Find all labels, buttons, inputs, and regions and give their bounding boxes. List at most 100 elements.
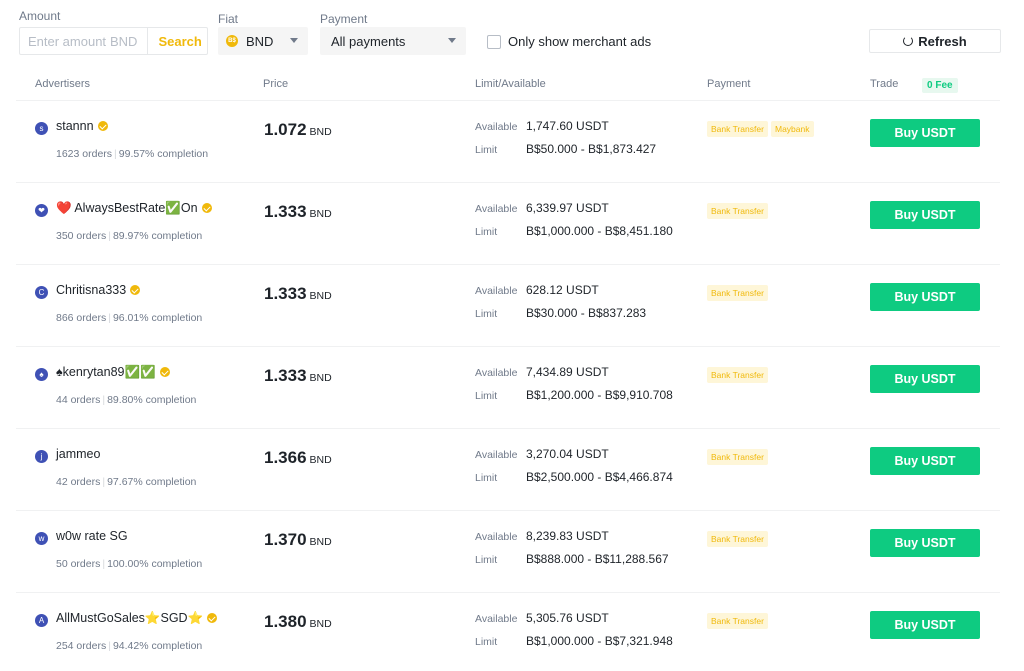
price-unit: BND [309, 454, 332, 466]
verified-icon [201, 202, 212, 213]
filter-bar: Amount BND Search Fiat B$ BND Payment Al… [0, 0, 1024, 70]
refresh-label: Refresh [918, 33, 967, 49]
advertiser-name[interactable]: stannn [56, 119, 108, 133]
completion-rate: 96.01% completion [112, 312, 203, 324]
amount-unit: BND [110, 33, 138, 49]
limit-label: Limit [475, 636, 498, 648]
merchant-checkbox[interactable] [487, 34, 501, 49]
available-value: 1,747.60 USDT [526, 119, 609, 133]
available-value: 3,270.04 USDT [526, 447, 609, 461]
available-label: Available [475, 285, 518, 297]
orders-count: 42 orders [56, 476, 101, 488]
orders-count: 1623 orders [56, 148, 113, 160]
limit-value: B$1,200.000 - B$9,910.708 [526, 388, 673, 402]
advertiser-name[interactable]: w0w rate SG [56, 529, 128, 543]
avatar: A [35, 614, 48, 627]
avatar: ♠ [35, 368, 48, 381]
buy-usdt-button[interactable]: Buy USDT [870, 529, 980, 557]
price-value: 1.072 [264, 120, 307, 139]
avatar: j [35, 450, 48, 463]
advertiser-name-text: AllMustGoSales⭐SGD⭐ [56, 611, 204, 625]
buy-usdt-button[interactable]: Buy USDT [870, 365, 980, 393]
advertiser-name[interactable]: AllMustGoSales⭐SGD⭐ [56, 611, 218, 626]
bnd-coin-icon: B$ [226, 35, 238, 47]
buy-usdt-button[interactable]: Buy USDT [870, 611, 980, 639]
amount-field: BND Search [19, 27, 208, 55]
limit-value: B$50.000 - B$1,873.427 [526, 142, 657, 156]
verified-icon [97, 120, 108, 131]
price: 1.072 BND [264, 120, 332, 140]
orders-count: 50 orders [56, 558, 101, 570]
buy-usdt-button[interactable]: Buy USDT [870, 447, 980, 475]
available-label: Available [475, 531, 518, 543]
zero-fee-badge: 0 Fee [922, 78, 958, 93]
price: 1.333 BND [264, 284, 332, 304]
search-button[interactable]: Search [147, 28, 211, 54]
available-label: Available [475, 203, 518, 215]
advertiser-stats: 350 orders | 89.97% completion [56, 230, 203, 242]
fiat-value: BND [246, 33, 274, 49]
available-label: Available [475, 367, 518, 379]
refresh-icon [903, 36, 914, 46]
limit-value: B$30.000 - B$837.283 [526, 306, 647, 320]
advertiser-stats: 866 orders | 96.01% completion [56, 312, 203, 324]
payment-tag: Bank Transfer [707, 449, 768, 465]
amount-input[interactable] [20, 33, 110, 49]
caret-down-icon [290, 38, 298, 43]
price: 1.370 BND [264, 530, 332, 550]
merchant-filter[interactable]: Only show merchant ads [487, 34, 651, 49]
advertiser-name[interactable]: Chritisna333 [56, 283, 141, 297]
available-label: Available [475, 449, 518, 461]
price-unit: BND [309, 536, 332, 548]
advertiser-name-text: ❤️ AlwaysBestRate✅On [56, 201, 198, 215]
verified-icon [159, 366, 170, 377]
limit-value: B$1,000.000 - B$8,451.180 [526, 224, 673, 238]
payment-select[interactable]: All payments [320, 27, 466, 55]
advertiser-stats: 1623 orders | 99.57% completion [56, 148, 209, 160]
header-limit: Limit/Available [475, 78, 546, 90]
fiat-label: Fiat [218, 12, 239, 26]
advertiser-name-text: Chritisna333 [56, 283, 127, 297]
limit-label: Limit [475, 554, 498, 566]
payment-label: Payment [320, 12, 368, 26]
price-unit: BND [309, 372, 332, 384]
price-unit: BND [309, 618, 332, 630]
price: 1.333 BND [264, 366, 332, 386]
verified-icon [207, 612, 218, 623]
header-price: Price [263, 78, 289, 90]
price-value: 1.333 [264, 366, 307, 385]
advertiser-name-text: ♠kenrytan89✅✅ [56, 365, 156, 379]
advertiser-stats: 44 orders | 89.80% completion [56, 394, 197, 406]
completion-rate: 100.00% completion [107, 558, 203, 570]
avatar: C [35, 286, 48, 299]
available-label: Available [475, 613, 518, 625]
advertiser-name[interactable]: ❤️ AlwaysBestRate✅On [56, 201, 212, 216]
advertiser-name-text: stannn [56, 119, 94, 133]
buy-usdt-button[interactable]: Buy USDT [870, 283, 980, 311]
buy-usdt-button[interactable]: Buy USDT [870, 119, 980, 147]
payment-tag: Bank Transfer [707, 613, 768, 629]
orders-count: 866 orders [56, 312, 107, 324]
price: 1.380 BND [264, 612, 332, 632]
fiat-select[interactable]: B$ BND [218, 27, 308, 55]
buy-usdt-button[interactable]: Buy USDT [870, 201, 980, 229]
limit-label: Limit [475, 144, 498, 156]
payment-value: All payments [331, 33, 406, 49]
completion-rate: 94.42% completion [112, 640, 203, 652]
table-row: C Chritisna333 866 orders | 96.01% complet… [16, 265, 1000, 347]
avatar: s [35, 122, 48, 135]
refresh-button[interactable]: Refresh [869, 29, 1001, 53]
advertiser-stats: 254 orders | 94.42% completion [56, 640, 203, 652]
payment-tag: Maybank [771, 121, 814, 137]
advertiser-name-text: jammeo [56, 447, 101, 461]
completion-rate: 89.80% completion [107, 394, 197, 406]
price-value: 1.366 [264, 448, 307, 467]
payment-tag: Bank Transfer [707, 367, 768, 383]
available-value: 8,239.83 USDT [526, 529, 609, 543]
advertiser-name[interactable]: ♠kenrytan89✅✅ [56, 365, 170, 380]
advertiser-name[interactable]: jammeo [56, 447, 100, 461]
header-payment: Payment [707, 78, 751, 90]
payment-tag: Bank Transfer [707, 121, 768, 137]
payment-tag: Bank Transfer [707, 531, 768, 547]
limit-label: Limit [475, 308, 498, 320]
